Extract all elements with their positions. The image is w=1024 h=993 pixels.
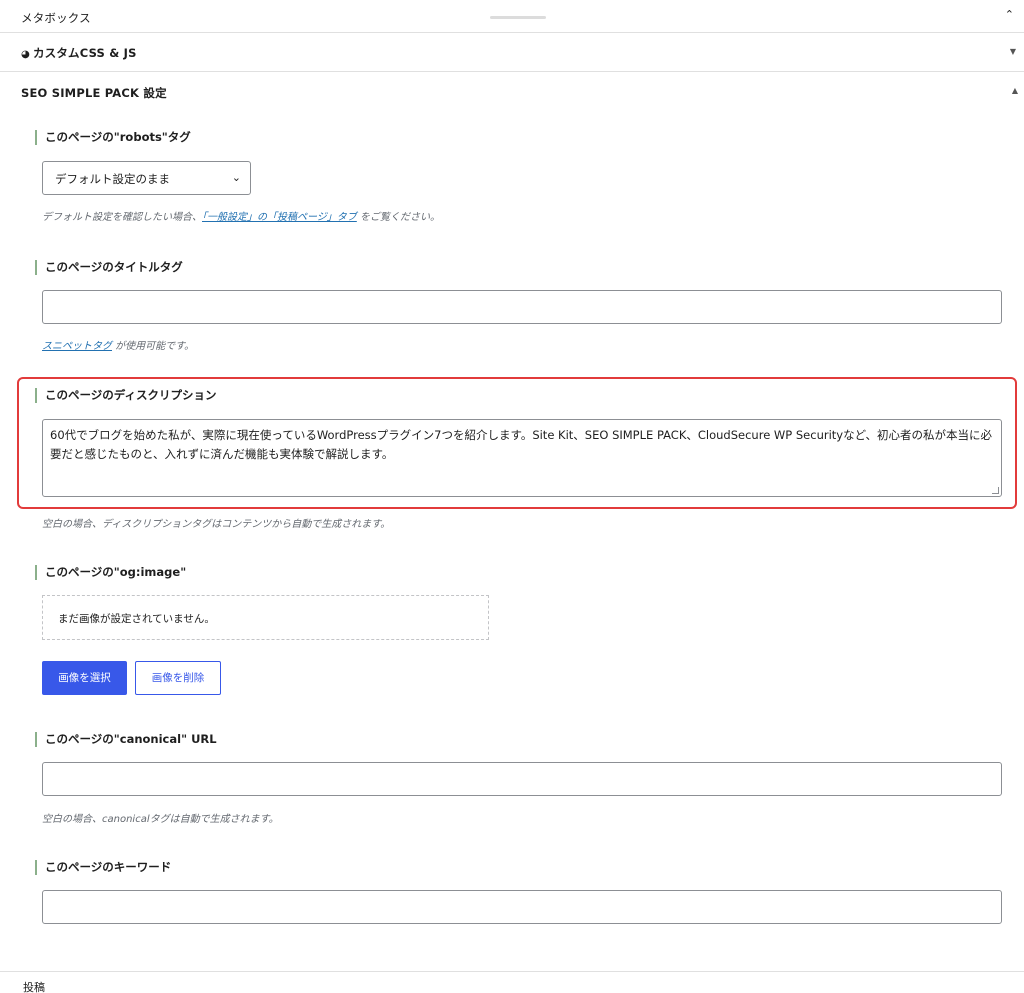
chevron-down-icon: ⌄ [231, 171, 241, 184]
title-tag-help-suffix: が使用可能です。 [112, 341, 195, 352]
robots-title: このページの"robots"タグ [35, 130, 191, 145]
og-image-preview: まだ画像が設定されていません。 [42, 595, 489, 640]
canonical-input[interactable] [42, 762, 1002, 796]
seo-simple-pack-label: SEO SIMPLE PACK 設定 [21, 86, 167, 100]
metabox-header[interactable]: メタボックス ⌃ [0, 0, 1024, 33]
post-footer[interactable]: 投稿 [0, 971, 1024, 993]
snippet-tag-link[interactable]: スニペットタグ [42, 341, 112, 352]
select-image-button[interactable]: 画像を選択 [42, 661, 127, 695]
metabox-label: メタボックス [21, 11, 91, 25]
resize-handle-icon[interactable] [992, 487, 999, 494]
custom-css-js-header[interactable]: ◕ カスタムCSS & JS ▼ [0, 33, 1024, 72]
triangle-up-icon[interactable]: ▲ [1012, 86, 1018, 95]
general-settings-link[interactable]: 「一般設定」の「投稿ページ」タブ [202, 212, 357, 223]
keywords-input[interactable] [42, 890, 1002, 924]
canonical-help: 空白の場合、canonicalタグは自動で生成されます。 [42, 814, 279, 825]
custom-css-js-title: ◕ カスタムCSS & JS [21, 45, 137, 61]
leaf-icon: ◕ [21, 49, 30, 60]
description-title: このページのディスクリプション [35, 388, 216, 403]
robots-help: デフォルト設定を確認したい場合、「一般設定」の「投稿ページ」タブ をご覧ください… [42, 208, 440, 223]
triangle-down-icon[interactable]: ▼ [1010, 47, 1016, 56]
canonical-title: このページの"canonical" URL [35, 732, 217, 747]
title-tag-help: スニペットタグ が使用可能です。 [42, 337, 194, 352]
og-image-title: このページの"og:image" [35, 565, 186, 580]
custom-css-js-label: カスタムCSS & JS [32, 46, 137, 60]
delete-image-button[interactable]: 画像を削除 [135, 661, 221, 695]
robots-help-suffix: をご覧ください。 [356, 212, 440, 223]
title-tag-title: このページのタイトルタグ [35, 260, 183, 275]
description-help: 空白の場合、ディスクリプションタグはコンテンツから自動で生成されます。 [42, 519, 391, 530]
robots-help-prefix: デフォルト設定を確認したい場合、 [42, 212, 202, 223]
robots-select[interactable]: デフォルト設定のまま ⌄ [42, 161, 251, 195]
title-tag-input[interactable] [42, 290, 1002, 324]
seo-simple-pack-header[interactable]: SEO SIMPLE PACK 設定 ▲ [0, 72, 1024, 112]
keywords-title: このページのキーワード [35, 860, 171, 875]
chevron-up-icon[interactable]: ⌃ [1005, 8, 1014, 21]
description-value: 60代でブログを始めた私が、実際に現在使っているWordPressプラグイン7つ… [50, 428, 993, 461]
description-textarea[interactable]: 60代でブログを始めた私が、実際に現在使っているWordPressプラグイン7つ… [42, 419, 1002, 497]
drag-handle[interactable] [490, 16, 546, 19]
robots-selected-value: デフォルト設定のまま [55, 172, 170, 186]
post-label: 投稿 [23, 981, 45, 993]
